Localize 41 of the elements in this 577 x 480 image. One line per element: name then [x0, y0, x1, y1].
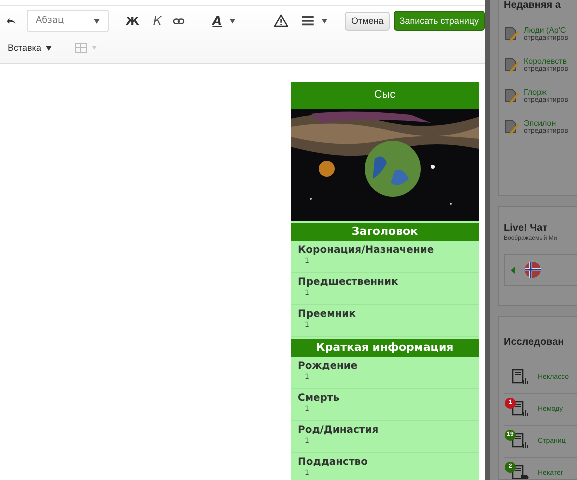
caret-icon[interactable]	[46, 46, 52, 50]
save-button[interactable]: Записать страницу	[394, 11, 486, 31]
infobox-title: Сыс	[291, 82, 479, 109]
format-dropdown[interactable]: Абзац	[26, 10, 109, 32]
field-label: Смерть	[298, 392, 341, 405]
page-link[interactable]: Эпсилон	[524, 119, 568, 128]
bold-button[interactable]: Ж	[122, 14, 142, 28]
report-chart-icon	[512, 400, 530, 418]
panel-title: Исследован	[504, 337, 566, 348]
caret-icon[interactable]	[94, 18, 100, 24]
warning-icon[interactable]	[274, 14, 288, 28]
menu-icon[interactable]	[302, 16, 314, 26]
panel-title: Недавняя а	[504, 0, 562, 12]
italic-button[interactable]: К	[150, 14, 165, 28]
page-link[interactable]: Глорж	[524, 88, 568, 97]
field-label: Преемник	[298, 308, 357, 321]
field-label: Коронация/Назначение	[298, 244, 436, 257]
page-edit-icon	[504, 26, 520, 43]
cancel-button[interactable]: Отмена	[345, 12, 390, 30]
report-tag-icon	[512, 464, 530, 479]
insert-menu[interactable]: Вставка	[8, 43, 42, 53]
link-icon[interactable]	[172, 18, 185, 24]
undo-icon[interactable]	[6, 17, 17, 25]
caret-icon[interactable]	[230, 18, 236, 24]
page-link[interactable]: Люди (Ар'С	[524, 26, 568, 35]
section-header: Заголовок	[291, 223, 479, 241]
field-label: Предшественник	[298, 276, 400, 289]
field-label: Подданство	[298, 456, 369, 469]
page-edit-icon	[504, 57, 520, 74]
report-chart-icon	[512, 368, 530, 386]
field-label: Род/Династия	[298, 424, 380, 437]
avatar-icon[interactable]	[523, 260, 543, 280]
field-label: Рождение	[298, 360, 359, 373]
panel-title: Live! Чат	[504, 223, 549, 234]
page-edit-icon	[504, 119, 520, 136]
report-chart-icon	[512, 432, 530, 450]
caret-icon[interactable]	[322, 18, 328, 24]
text-color-button[interactable]: A	[212, 14, 222, 28]
section-header: Краткая информация	[291, 339, 479, 357]
page-edit-icon	[504, 88, 520, 105]
page-link[interactable]: Королевств	[524, 57, 568, 66]
